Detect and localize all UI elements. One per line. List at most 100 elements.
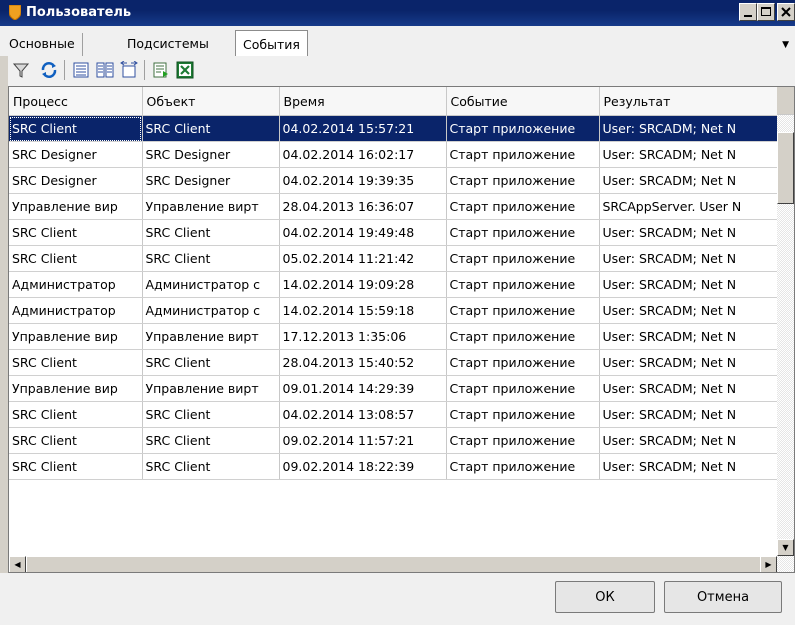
- cell-result: User: SRCADM; Net N: [599, 271, 778, 298]
- refresh-button[interactable]: [38, 59, 60, 81]
- cell-object: SRC Client: [142, 401, 280, 428]
- tab-main[interactable]: Основные: [2, 33, 83, 56]
- table-row[interactable]: Управление вир Управление вирт 17.12.2013 …: [9, 323, 778, 350]
- column-header-object[interactable]: Объект: [142, 87, 280, 116]
- cell-time: 04.02.2014 19:39:35: [279, 167, 447, 194]
- column-header-result[interactable]: Результат: [599, 87, 778, 116]
- table-row[interactable]: SRC Client SRC Client 05.02.2014 11:21:42 С…: [9, 245, 778, 272]
- cell-object: Администратор с: [142, 297, 280, 324]
- cell-process: SRC Client: [9, 427, 143, 454]
- cell-process: SRC Client: [9, 219, 143, 246]
- column-header-process[interactable]: Процесс: [9, 87, 143, 116]
- cell-event: Старт приложение: [446, 141, 600, 168]
- table-row[interactable]: Управление вир Управление вирт 28.04.2013 …: [9, 193, 778, 220]
- cell-time: 04.02.2014 13:08:57: [279, 401, 447, 428]
- horizontal-scroll-thumb[interactable]: [26, 556, 761, 572]
- cell-result: User: SRCADM; Net N: [599, 453, 778, 480]
- minimize-button[interactable]: [739, 3, 757, 21]
- table-row[interactable]: SRC Client SRC Client 04.02.2014 15:57:21 С…: [9, 115, 778, 142]
- table-row[interactable]: SRC Client SRC Client 09.02.2014 18:22:39 С…: [9, 453, 778, 480]
- details-button[interactable]: [94, 59, 116, 81]
- cell-process: SRC Client: [9, 349, 143, 376]
- table-row[interactable]: SRC Client SRC Client 04.02.2014 13:08:57 С…: [9, 401, 778, 428]
- cell-process: SRC Client: [9, 115, 143, 142]
- table-row[interactable]: SRC Designer SRC Designer 04.02.2014 16:02…: [9, 141, 778, 168]
- cell-event: Старт приложение: [446, 401, 600, 428]
- tab-dropdown-icon[interactable]: ▼: [782, 40, 789, 50]
- arrow-left-icon: ◀: [14, 560, 21, 569]
- fit-columns-button[interactable]: [118, 59, 140, 81]
- cell-object: Администратор с: [142, 271, 280, 298]
- table-row[interactable]: SRC Client SRC Client 04.02.2014 19:49:48 С…: [9, 219, 778, 246]
- list-view-button[interactable]: [70, 59, 92, 81]
- cell-object: SRC Client: [142, 115, 280, 142]
- cell-result: User: SRCADM; Net N: [599, 401, 778, 428]
- close-icon: [781, 7, 791, 17]
- export-icon: [153, 62, 168, 78]
- cell-process: Управление вир: [9, 193, 143, 220]
- cancel-button[interactable]: Отмена: [664, 581, 782, 613]
- cell-time: 09.01.2014 14:29:39: [279, 375, 447, 402]
- table-row[interactable]: Администратор Администратор с 14.02.2014 1…: [9, 297, 778, 324]
- cell-object: SRC Designer: [142, 141, 280, 168]
- cell-process: SRC Client: [9, 453, 143, 480]
- close-button[interactable]: [777, 3, 795, 21]
- cell-process: Управление вир: [9, 375, 143, 402]
- excel-export-button[interactable]: [174, 59, 196, 81]
- cell-result: User: SRCADM; Net N: [599, 297, 778, 324]
- table-row[interactable]: SRC Client SRC Client 28.04.2013 15:40:52 С…: [9, 349, 778, 376]
- scroll-right-button[interactable]: ▶: [760, 556, 777, 572]
- cell-event: Старт приложение: [446, 375, 600, 402]
- column-header-event[interactable]: Событие: [446, 87, 600, 116]
- events-table: Процесс Объект Время Событие Результат S…: [9, 87, 778, 480]
- maximize-icon: [761, 7, 771, 16]
- table-row[interactable]: Управление вир Управление вирт 09.01.2014 …: [9, 375, 778, 402]
- table-row[interactable]: SRC Client SRC Client 09.02.2014 11:57:21 С…: [9, 427, 778, 454]
- horizontal-scrollbar[interactable]: [9, 556, 794, 572]
- cell-event: Старт приложение: [446, 427, 600, 454]
- table-row[interactable]: Администратор Администратор с 14.02.2014 1…: [9, 271, 778, 298]
- arrow-down-icon: ▼: [782, 543, 789, 552]
- tab-events[interactable]: События: [235, 30, 308, 57]
- maximize-button[interactable]: [757, 3, 775, 21]
- column-header-time[interactable]: Время: [279, 87, 447, 116]
- scroll-left-button[interactable]: ◀: [9, 556, 26, 572]
- cell-time: 17.12.2013 1:35:06: [279, 323, 447, 350]
- cell-event: Старт приложение: [446, 271, 600, 298]
- cell-object: Управление вирт: [142, 323, 280, 350]
- cell-event: Старт приложение: [446, 115, 600, 142]
- title-bar: Пользователь: [0, 0, 795, 26]
- export-button[interactable]: [150, 59, 172, 81]
- events-grid[interactable]: Процесс Объект Время Событие Результат S…: [8, 86, 795, 573]
- cell-object: Управление вирт: [142, 375, 280, 402]
- scroll-down-button[interactable]: ▼: [777, 539, 794, 556]
- expand-columns-icon: [120, 61, 138, 78]
- cell-event: Старт приложение: [446, 245, 600, 272]
- list-view-icon: [73, 62, 89, 78]
- cell-process: Администратор: [9, 271, 143, 298]
- filter-button[interactable]: [10, 59, 32, 81]
- cell-time: 04.02.2014 15:57:21: [279, 115, 447, 142]
- ok-button[interactable]: ОК: [555, 581, 655, 613]
- table-row[interactable]: SRC Designer SRC Designer 04.02.2014 19:39…: [9, 167, 778, 194]
- arrow-right-icon: ▶: [765, 560, 772, 569]
- shield-icon: [9, 5, 21, 20]
- dialog-footer: ОК Отмена: [0, 573, 795, 625]
- cell-result: User: SRCADM; Net N: [599, 427, 778, 454]
- tab-strip: Основные Подсистемы События ▼: [0, 26, 795, 57]
- cell-result: User: SRCADM; Net N: [599, 349, 778, 376]
- tab-subsystems[interactable]: Подсистемы: [120, 33, 216, 56]
- cell-process: Администратор: [9, 297, 143, 324]
- refresh-icon: [41, 62, 57, 78]
- cell-time: 09.02.2014 11:57:21: [279, 427, 447, 454]
- cell-result: User: SRCADM; Net N: [599, 167, 778, 194]
- cell-object: SRC Client: [142, 245, 280, 272]
- cell-time: 28.04.2013 15:40:52: [279, 349, 447, 376]
- cell-object: SRC Client: [142, 427, 280, 454]
- window-title: Пользователь: [26, 5, 132, 20]
- minimize-icon: [744, 15, 752, 17]
- vertical-scroll-thumb[interactable]: [777, 132, 794, 204]
- cell-time: 14.02.2014 19:09:28: [279, 271, 447, 298]
- cell-process: SRC Client: [9, 245, 143, 272]
- cell-object: SRC Client: [142, 453, 280, 480]
